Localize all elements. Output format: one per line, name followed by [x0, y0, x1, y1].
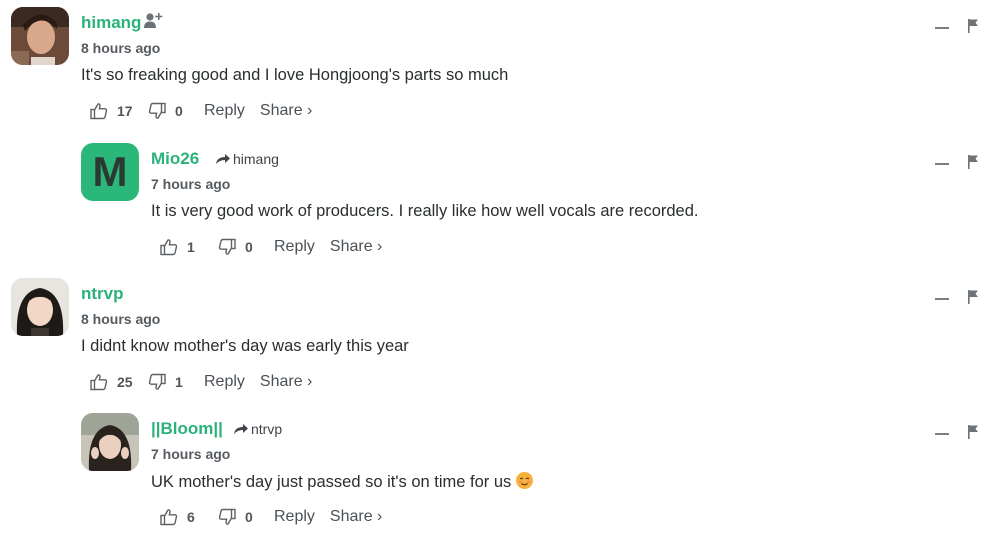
comment-actions: 17 0 Reply Share ›: [90, 99, 312, 123]
comment-actions: 25 1 Reply Share ›: [90, 370, 312, 394]
avatar[interactable]: [11, 278, 69, 336]
comment-actions: 1 0 Reply Share ›: [160, 235, 382, 259]
flag-icon[interactable]: [967, 290, 979, 304]
reply-comment: M Mio26 himang 7 hours ago It is very go…: [0, 143, 996, 268]
comment: himang 8 hours ago It's so freaking good…: [0, 7, 996, 132]
comment-text: I didnt know mother's day was early this…: [81, 337, 409, 355]
timestamp[interactable]: 7 hours ago: [151, 446, 230, 462]
avatar[interactable]: [81, 413, 139, 471]
avatar-letter: M: [92, 148, 128, 195]
upvote-button[interactable]: 17: [90, 102, 148, 120]
flag-icon[interactable]: [967, 19, 979, 33]
downvote-count: 0: [245, 509, 253, 525]
share-button[interactable]: Share ›: [330, 508, 382, 526]
upvote-count: 6: [187, 509, 195, 525]
comment-text: It is very good work of producers. I rea…: [151, 202, 699, 220]
upvote-count: 1: [187, 239, 195, 255]
thumbs-down-icon: [148, 373, 166, 390]
upvote-button[interactable]: 25: [90, 373, 148, 391]
thumbs-up-icon: [160, 509, 178, 526]
reply-comment: ||Bloom|| ntrvp 7 hours ago UK mother's …: [0, 413, 996, 538]
username[interactable]: ||Bloom||: [151, 419, 223, 439]
downvote-count: 0: [175, 103, 183, 119]
upvote-count: 17: [117, 103, 133, 119]
reply-button[interactable]: Reply: [204, 102, 245, 120]
share-button[interactable]: Share ›: [330, 238, 382, 256]
avatar[interactable]: [11, 7, 69, 65]
username[interactable]: himang: [81, 13, 141, 33]
downvote-count: 1: [175, 374, 183, 390]
comment: ntrvp 8 hours ago I didnt know mother's …: [0, 278, 996, 403]
downvote-count: 0: [245, 239, 253, 255]
flag-icon[interactable]: [967, 425, 979, 439]
reply-arrow-icon: [216, 154, 230, 164]
comment-text: It's so freaking good and I love Hongjoo…: [81, 66, 509, 84]
comment-text: UK mother's day just passed so it's on t…: [151, 472, 534, 492]
upvote-count: 25: [117, 374, 133, 390]
reply-to-username[interactable]: ntrvp: [251, 421, 282, 437]
smiling-face-emoji: [516, 472, 534, 489]
downvote-button[interactable]: 0: [218, 508, 274, 526]
collapse-icon[interactable]: [935, 298, 949, 300]
thumbs-up-icon: [90, 103, 108, 120]
avatar[interactable]: M: [81, 143, 139, 201]
reply-button[interactable]: Reply: [204, 373, 245, 391]
upvote-button[interactable]: 6: [160, 508, 218, 526]
reply-to[interactable]: himang: [215, 151, 279, 167]
username[interactable]: ntrvp: [81, 284, 124, 304]
timestamp[interactable]: 8 hours ago: [81, 311, 160, 327]
reply-button[interactable]: Reply: [274, 238, 315, 256]
downvote-button[interactable]: 0: [218, 238, 274, 256]
downvote-button[interactable]: 1: [148, 373, 204, 391]
reply-to[interactable]: ntrvp: [233, 421, 282, 437]
comment-text-content: UK mother's day just passed so it's on t…: [151, 473, 512, 491]
thumbs-down-icon: [218, 238, 236, 255]
share-button[interactable]: Share ›: [260, 373, 312, 391]
thumbs-down-icon: [218, 508, 236, 525]
collapse-icon[interactable]: [935, 27, 949, 29]
comment-actions: 6 0 Reply Share ›: [160, 505, 382, 529]
timestamp[interactable]: 7 hours ago: [151, 176, 230, 192]
thumbs-up-icon: [160, 239, 178, 256]
share-button[interactable]: Share ›: [260, 102, 312, 120]
username[interactable]: Mio26: [151, 149, 199, 169]
downvote-button[interactable]: 0: [148, 102, 204, 120]
thumbs-up-icon: [90, 374, 108, 391]
follow-user-icon[interactable]: [144, 11, 164, 34]
collapse-icon[interactable]: [935, 433, 949, 435]
reply-button[interactable]: Reply: [274, 508, 315, 526]
thumbs-down-icon: [148, 102, 166, 119]
timestamp[interactable]: 8 hours ago: [81, 40, 160, 56]
reply-to-username[interactable]: himang: [233, 151, 279, 167]
flag-icon[interactable]: [967, 155, 979, 169]
upvote-button[interactable]: 1: [160, 238, 218, 256]
collapse-icon[interactable]: [935, 163, 949, 165]
reply-arrow-icon: [234, 424, 248, 434]
